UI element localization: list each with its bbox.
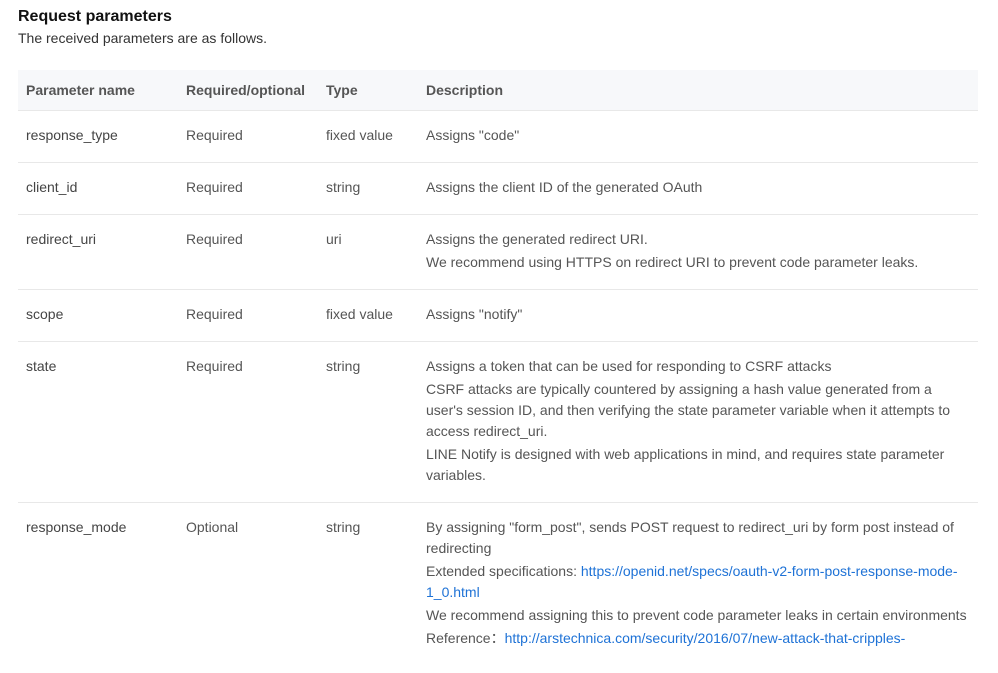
table-row: response_typeRequiredfixed value Assigns … bbox=[18, 111, 978, 163]
cell-type: string bbox=[318, 342, 418, 503]
description-text: Assigns the generated redirect URI. bbox=[426, 231, 648, 247]
description-text: We recommend using HTTPS on redirect URI… bbox=[426, 254, 918, 270]
description-line: Assigns "code" bbox=[426, 125, 970, 146]
cell-name: scope bbox=[18, 290, 178, 342]
table-row: scopeRequiredfixed value Assigns "notify" bbox=[18, 290, 978, 342]
description-line: Assigns a token that can be used for res… bbox=[426, 356, 970, 377]
section-heading: Request parameters bbox=[18, 8, 980, 26]
description-text: Extended specifications: bbox=[426, 563, 581, 579]
header-description: Description bbox=[418, 70, 978, 111]
table-row: redirect_uriRequireduriAssigns the gener… bbox=[18, 215, 978, 290]
description-text: Reference： bbox=[426, 630, 505, 646]
cell-required: Required bbox=[178, 215, 318, 290]
cell-description: Assigns the client ID of the generated O… bbox=[418, 163, 978, 215]
description-text: We recommend assigning this to prevent c… bbox=[426, 607, 967, 623]
cell-description: Assigns "notify" bbox=[418, 290, 978, 342]
description-line: CSRF attacks are typically countered by … bbox=[426, 379, 970, 442]
parameters-table: Parameter name Required/optional Type De… bbox=[18, 70, 978, 665]
cell-required: Required bbox=[178, 111, 318, 163]
description-line: Extended specifications: https://openid.… bbox=[426, 561, 970, 603]
header-type: Type bbox=[318, 70, 418, 111]
cell-name: response_mode bbox=[18, 503, 178, 666]
cell-name: redirect_uri bbox=[18, 215, 178, 290]
description-text: Assigns "notify" bbox=[426, 306, 522, 322]
description-line: We recommend using HTTPS on redirect URI… bbox=[426, 252, 970, 273]
cell-description: Assigns a token that can be used for res… bbox=[418, 342, 978, 503]
description-text: LINE Notify is designed with web applica… bbox=[426, 446, 944, 483]
cell-name: response_type bbox=[18, 111, 178, 163]
description-text: Assigns a token that can be used for res… bbox=[426, 358, 831, 374]
section-subtitle: The received parameters are as follows. bbox=[18, 30, 980, 46]
cell-description: By assigning "form_post", sends POST req… bbox=[418, 503, 978, 666]
table-row: response_modeOptionalstringBy assigning … bbox=[18, 503, 978, 666]
cell-type: fixed value bbox=[318, 290, 418, 342]
cell-description: Assigns "code" bbox=[418, 111, 978, 163]
table-header-row: Parameter name Required/optional Type De… bbox=[18, 70, 978, 111]
table-row: stateRequiredstring Assigns a token that … bbox=[18, 342, 978, 503]
description-line: Assigns the generated redirect URI. bbox=[426, 229, 970, 250]
header-required: Required/optional bbox=[178, 70, 318, 111]
description-text: CSRF attacks are typically countered by … bbox=[426, 381, 950, 439]
table-row: client_idRequiredstring Assigns the clien… bbox=[18, 163, 978, 215]
cell-name: state bbox=[18, 342, 178, 503]
cell-required: Required bbox=[178, 290, 318, 342]
cell-type: fixed value bbox=[318, 111, 418, 163]
cell-required: Required bbox=[178, 342, 318, 503]
description-line: By assigning "form_post", sends POST req… bbox=[426, 517, 970, 559]
description-line: We recommend assigning this to prevent c… bbox=[426, 605, 970, 626]
description-text: By assigning "form_post", sends POST req… bbox=[426, 519, 954, 556]
description-link[interactable]: http://arstechnica.com/security/2016/07/… bbox=[505, 630, 906, 646]
description-text: Assigns the client ID of the generated O… bbox=[426, 179, 702, 195]
cell-type: string bbox=[318, 163, 418, 215]
cell-required: Optional bbox=[178, 503, 318, 666]
cell-required: Required bbox=[178, 163, 318, 215]
cell-name: client_id bbox=[18, 163, 178, 215]
description-text: Assigns "code" bbox=[426, 127, 519, 143]
description-line: Assigns "notify" bbox=[426, 304, 970, 325]
cell-type: string bbox=[318, 503, 418, 666]
cell-type: uri bbox=[318, 215, 418, 290]
cell-description: Assigns the generated redirect URI. We re… bbox=[418, 215, 978, 290]
description-line: LINE Notify is designed with web applica… bbox=[426, 444, 970, 486]
header-name: Parameter name bbox=[18, 70, 178, 111]
description-line: Assigns the client ID of the generated O… bbox=[426, 177, 970, 198]
description-line: Reference：http://arstechnica.com/securit… bbox=[426, 628, 970, 649]
